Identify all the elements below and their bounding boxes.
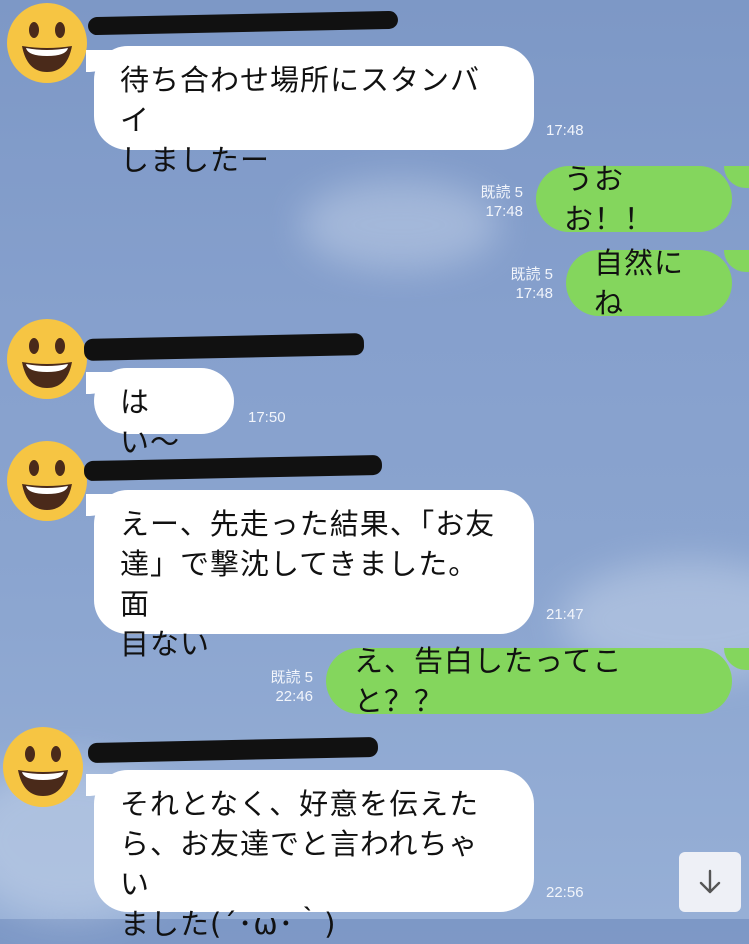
message-bubble[interactable]: はい〜	[94, 368, 234, 459]
redacted-sender-name	[87, 736, 379, 764]
message-bubble[interactable]: えー、先走った結果、「お友 達」で撃沈してきました。面 目ない	[94, 490, 534, 661]
message-time: 22:46	[275, 688, 313, 705]
redacted-sender-name	[83, 333, 365, 361]
smiley-face-icon[interactable]	[4, 316, 90, 402]
read-receipt: 既読 5	[480, 184, 523, 201]
message-bubble[interactable]: うおお！！	[536, 162, 732, 236]
message-meta: 既読 5 17:48	[466, 183, 523, 221]
smiley-face-icon[interactable]	[0, 724, 86, 810]
message-time: 17:48	[546, 122, 584, 139]
scroll-to-bottom-button[interactable]	[679, 852, 741, 912]
message-meta: 既読 5 22:46	[256, 668, 313, 706]
arrow-down-icon	[699, 869, 721, 894]
message-time: 21:47	[546, 606, 584, 623]
message-meta: 既読 5 17:48	[496, 265, 553, 303]
smiley-face-icon[interactable]	[4, 438, 90, 524]
smiley-face-icon[interactable]	[4, 0, 90, 86]
chat-view[interactable]: 待ち合わせ場所にスタンバイ しましたー 17:48 既読 5 17:48 うおお…	[0, 0, 749, 941]
message-bubble[interactable]: 自然にね	[566, 246, 732, 320]
read-receipt: 既読 5	[270, 669, 313, 686]
read-receipt: 既読 5	[510, 266, 553, 283]
message-time: 17:50	[248, 409, 286, 426]
message-bubble[interactable]: 待ち合わせ場所にスタンバイ しましたー	[94, 46, 534, 177]
message-time: 17:48	[485, 203, 523, 220]
message-bubble[interactable]: それとなく、好意を伝えた ら、お友達でと言われちゃい ました(´･ω･｀)	[94, 770, 534, 941]
redacted-sender-name	[87, 10, 399, 36]
message-time: 17:48	[515, 285, 553, 302]
message-time: 22:56	[546, 884, 584, 901]
message-bubble[interactable]: え、告白したってこと？？	[326, 644, 732, 718]
